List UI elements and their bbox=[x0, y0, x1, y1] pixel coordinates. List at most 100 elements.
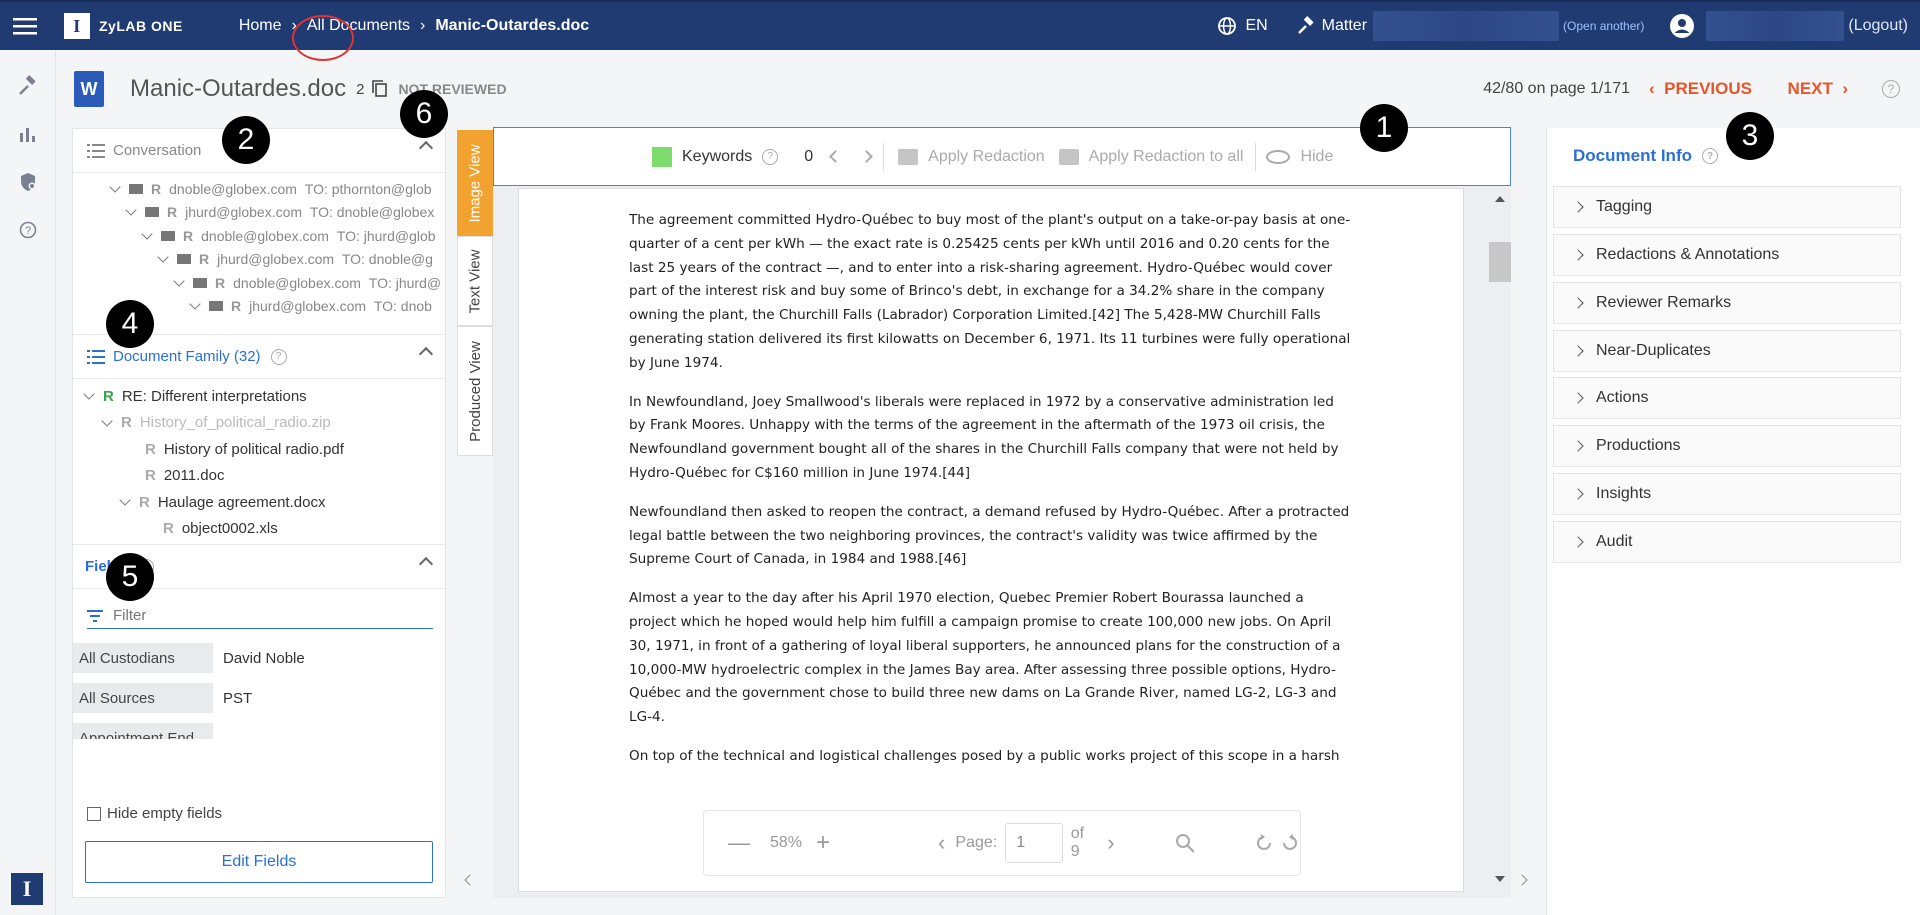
family-item[interactable]: R History_of_political_radio.zip bbox=[73, 410, 445, 437]
conversation-from: jhurd@globex.com bbox=[217, 251, 335, 268]
family-item[interactable]: R RE: Different interpretations bbox=[73, 383, 445, 410]
next-button[interactable]: NEXT › bbox=[1788, 79, 1848, 99]
scroll-up-icon[interactable] bbox=[1495, 196, 1505, 202]
section-near-duplicates[interactable]: Near-Duplicates bbox=[1553, 330, 1901, 372]
collapse-icon[interactable] bbox=[418, 346, 434, 362]
hide-button[interactable]: Hide bbox=[1300, 148, 1333, 166]
user-avatar-icon[interactable] bbox=[1670, 14, 1695, 38]
help-icon[interactable]: ? bbox=[270, 348, 287, 365]
tab-label: Text View bbox=[466, 249, 484, 313]
help-icon[interactable]: ? bbox=[1882, 80, 1900, 98]
document-header: W Manic-Outardes.doc 2 NOT REVIEWED 42/8… bbox=[56, 50, 1920, 128]
family-item[interactable]: Robject0002.xls bbox=[73, 516, 445, 543]
tab-produced-view[interactable]: Produced View bbox=[457, 326, 493, 456]
menu-icon[interactable] bbox=[0, 1, 50, 51]
username-redacted bbox=[1706, 11, 1845, 41]
page-paragraph: On top of the technical and logistical c… bbox=[629, 747, 1340, 764]
scroll-down-icon[interactable] bbox=[1495, 876, 1505, 882]
family-item-label: RE: Different interpretations bbox=[121, 387, 307, 405]
chevron-down-icon bbox=[141, 228, 153, 240]
copy-icon[interactable] bbox=[372, 80, 388, 98]
zoom-out-icon[interactable]: — bbox=[728, 830, 750, 856]
chevron-right-icon bbox=[1572, 488, 1584, 500]
family-item[interactable]: R History of political radio.pdf bbox=[73, 436, 445, 463]
section-redactions-annotations[interactable]: Redactions & Annotations bbox=[1553, 234, 1901, 276]
family-item-label: History of political radio.pdf bbox=[163, 440, 344, 458]
breadcrumb: Home › All Documents › Manic-Outardes.do… bbox=[239, 17, 589, 35]
redaction-toolbar: Keywords ? 0 Apply Redaction Apply Redac… bbox=[493, 127, 1511, 186]
chevron-right-icon: › bbox=[420, 17, 426, 34]
chevron-down-icon bbox=[109, 181, 121, 193]
section-tagging[interactable]: Tagging bbox=[1553, 186, 1901, 228]
section-insights[interactable]: Insights bbox=[1553, 473, 1901, 515]
collapse-right-icon[interactable] bbox=[1516, 874, 1528, 886]
page-paragraph: The agreement committed Hydro-Québec to … bbox=[629, 212, 1351, 371]
conversation-to: TO: dnob bbox=[373, 298, 432, 315]
family-item[interactable]: R 2011.doc bbox=[73, 463, 445, 490]
zoom-page-controls: — 58% + ‹ Page: 1 of 9 › bbox=[703, 810, 1301, 876]
viewer-scrollbar[interactable] bbox=[1489, 188, 1511, 892]
page-number-input[interactable]: 1 bbox=[1005, 823, 1063, 863]
edit-fields-button[interactable]: Edit Fields bbox=[85, 841, 433, 883]
read-mark: R bbox=[231, 298, 242, 315]
conversation-from: jhurd@globex.com bbox=[249, 298, 367, 315]
rotate-left-icon[interactable] bbox=[1254, 833, 1274, 853]
zylab-home-icon[interactable]: I bbox=[11, 873, 43, 905]
conversation-item[interactable]: Rjhurd@globex.com TO: dnoble@globex bbox=[73, 201, 445, 225]
mail-icon bbox=[193, 277, 207, 288]
search-icon[interactable] bbox=[1175, 833, 1195, 853]
tab-label: Produced View bbox=[466, 340, 484, 442]
filter-icon bbox=[87, 609, 103, 622]
read-mark: R bbox=[163, 520, 174, 538]
conversation-item[interactable]: Rjhurd@globex.com TO: dnoble@g bbox=[73, 248, 445, 272]
document-info-panel: Document Info ? Tagging Redactions & Ann… bbox=[1546, 128, 1920, 915]
section-label: Audit bbox=[1596, 533, 1633, 550]
next-page-icon[interactable]: › bbox=[1107, 830, 1114, 856]
keywords-label[interactable]: Keywords bbox=[682, 148, 752, 166]
logout-link[interactable]: (Logout) bbox=[1848, 17, 1908, 35]
tab-text-view[interactable]: Text View bbox=[457, 236, 493, 326]
section-audit[interactable]: Audit bbox=[1553, 521, 1901, 563]
copy-count: 2 bbox=[356, 80, 365, 98]
zoom-in-icon[interactable]: + bbox=[816, 829, 830, 857]
language-selector[interactable]: EN bbox=[1217, 16, 1268, 36]
help-icon[interactable]: ? bbox=[1702, 148, 1718, 164]
open-another-link[interactable]: (Open another) bbox=[1563, 19, 1644, 33]
tab-image-view[interactable]: Image View bbox=[457, 130, 493, 236]
app-logo[interactable]: I ZyLAB ONE bbox=[64, 13, 183, 39]
matter-selector[interactable]: Matter bbox=[1296, 11, 1560, 41]
previous-page-icon[interactable]: ‹ bbox=[938, 830, 945, 856]
family-item[interactable]: R Haulage agreement.docx bbox=[73, 489, 445, 516]
help-icon[interactable]: ? bbox=[0, 206, 56, 254]
previous-button[interactable]: ‹ PREVIOUS bbox=[1649, 79, 1752, 99]
section-reviewer-remarks[interactable]: Reviewer Remarks bbox=[1553, 282, 1901, 324]
fields-filter-input[interactable]: Filter bbox=[87, 603, 433, 629]
keyword-color-swatch[interactable] bbox=[652, 146, 672, 167]
conversation-item[interactable]: Rdnoble@globex.com TO: jhurd@glob bbox=[73, 224, 445, 248]
section-label: Insights bbox=[1596, 485, 1652, 502]
hide-empty-fields-checkbox[interactable]: Hide empty fields bbox=[87, 805, 222, 822]
rotate-right-icon[interactable] bbox=[1280, 833, 1300, 853]
conversation-from: dnoble@globex.com bbox=[233, 274, 361, 291]
review-gavel-icon[interactable] bbox=[0, 62, 56, 110]
chevron-right-icon[interactable] bbox=[860, 150, 874, 163]
chevron-left-icon[interactable] bbox=[829, 150, 843, 163]
apply-redaction-all-button[interactable]: Apply Redaction to all bbox=[1089, 148, 1244, 166]
collapse-icon[interactable] bbox=[418, 140, 434, 156]
security-shield-icon[interactable] bbox=[0, 158, 56, 206]
conversation-item[interactable]: Rdnoble@globex.com TO: jhurd@ bbox=[73, 271, 445, 295]
collapse-left-icon[interactable] bbox=[464, 874, 476, 886]
page-number-value: 1 bbox=[1016, 834, 1026, 851]
analytics-icon[interactable] bbox=[0, 110, 56, 158]
conversation-item[interactable]: Rdnoble@globex.com TO: pthornton@glob bbox=[73, 177, 445, 201]
collapse-icon[interactable] bbox=[418, 556, 434, 572]
scrollbar-thumb[interactable] bbox=[1489, 242, 1511, 282]
family-item-label: 2011.doc bbox=[163, 467, 225, 485]
section-productions[interactable]: Productions bbox=[1553, 425, 1901, 467]
breadcrumb-home[interactable]: Home bbox=[239, 17, 282, 35]
apply-redaction-button[interactable]: Apply Redaction bbox=[928, 148, 1045, 166]
section-label: Tagging bbox=[1596, 198, 1653, 215]
page-total: of 9 bbox=[1070, 825, 1085, 860]
section-actions[interactable]: Actions bbox=[1553, 377, 1901, 419]
help-icon[interactable]: ? bbox=[762, 148, 779, 165]
